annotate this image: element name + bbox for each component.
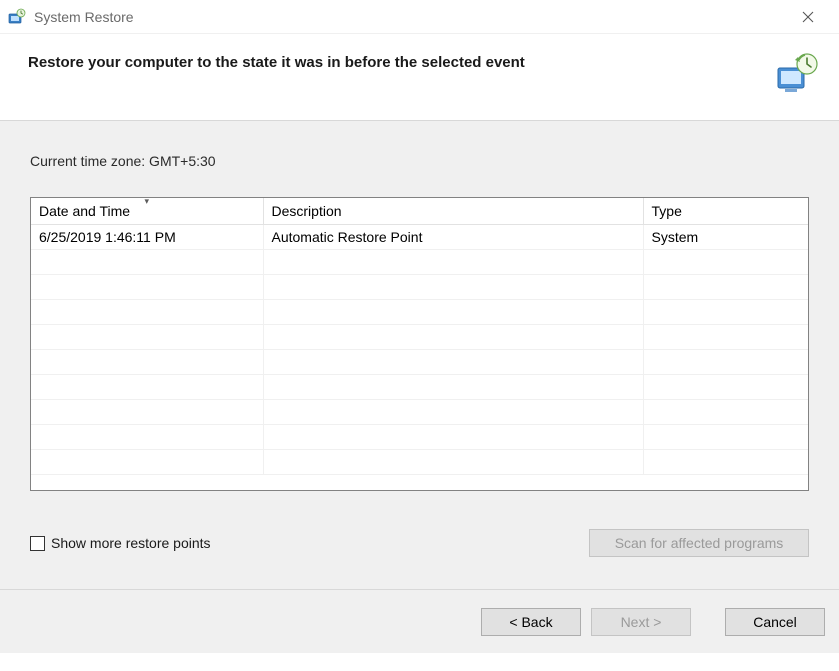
column-header-datetime[interactable]: ▾ Date and Time xyxy=(31,198,263,225)
wizard-heading: Restore your computer to the state it wa… xyxy=(28,52,763,71)
column-label: Date and Time xyxy=(39,203,130,219)
table-row xyxy=(31,325,808,350)
wizard-footer: < Back Next > Cancel xyxy=(0,589,839,653)
checkbox-box xyxy=(30,536,45,551)
close-button[interactable] xyxy=(785,0,831,34)
sort-desc-icon: ▾ xyxy=(144,197,149,207)
checkbox-label: Show more restore points xyxy=(51,535,211,551)
show-more-checkbox[interactable]: Show more restore points xyxy=(30,535,211,551)
table-row xyxy=(31,450,808,475)
content-area: Current time zone: GMT+5:30 ▾ Date and T… xyxy=(0,121,839,589)
scan-affected-button[interactable]: Scan for affected programs xyxy=(589,529,809,557)
cancel-button[interactable]: Cancel xyxy=(725,608,825,636)
column-header-type[interactable]: Type xyxy=(643,198,808,225)
below-table-row: Show more restore points Scan for affect… xyxy=(30,529,809,557)
system-restore-icon xyxy=(775,52,819,96)
restore-points-table[interactable]: ▾ Date and Time Description Type 6/25/20… xyxy=(30,197,809,491)
table-row xyxy=(31,250,808,275)
timezone-label: Current time zone: GMT+5:30 xyxy=(30,153,809,169)
table-header-row: ▾ Date and Time Description Type xyxy=(31,198,808,225)
titlebar: System Restore xyxy=(0,0,839,34)
table-row xyxy=(31,300,808,325)
column-label: Description xyxy=(272,203,342,219)
column-header-description[interactable]: Description xyxy=(263,198,643,225)
table-row xyxy=(31,375,808,400)
wizard-header: Restore your computer to the state it wa… xyxy=(0,34,839,121)
back-button[interactable]: < Back xyxy=(481,608,581,636)
column-label: Type xyxy=(652,203,682,219)
table-row xyxy=(31,275,808,300)
table-row xyxy=(31,425,808,450)
cell-datetime: 6/25/2019 1:46:11 PM xyxy=(31,225,263,250)
cell-type: System xyxy=(643,225,808,250)
table-row xyxy=(31,400,808,425)
cell-description: Automatic Restore Point xyxy=(263,225,643,250)
table-row[interactable]: 6/25/2019 1:46:11 PM Automatic Restore P… xyxy=(31,225,808,250)
table-row xyxy=(31,350,808,375)
window-title: System Restore xyxy=(34,9,785,25)
system-restore-app-icon xyxy=(8,8,26,26)
next-button[interactable]: Next > xyxy=(591,608,691,636)
